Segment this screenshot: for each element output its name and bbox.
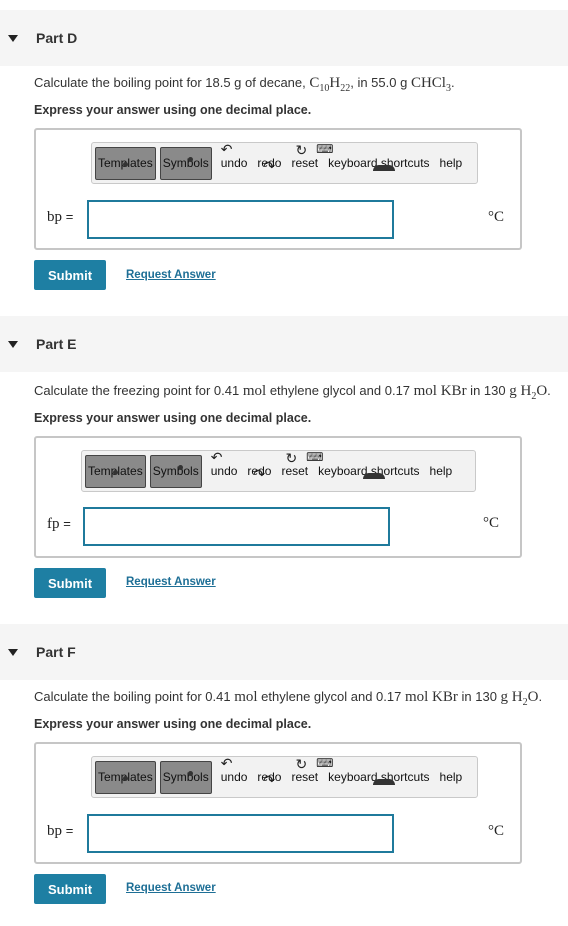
- fp-label: fp =: [47, 516, 71, 532]
- redo-button[interactable]: ↷ redo: [257, 770, 281, 788]
- part-d-request-answer-link[interactable]: Request Answer: [126, 269, 216, 281]
- loading-spinner-icon: [363, 473, 386, 479]
- part-f-header[interactable]: Part F: [0, 624, 568, 680]
- reset-button[interactable]: ↻ reset: [291, 756, 318, 784]
- part-d-title: Part D: [36, 30, 78, 46]
- keyboard-shortcuts-button[interactable]: ⌨ keyboard shortcuts: [316, 142, 430, 171]
- part-f-submit-button[interactable]: Submit: [34, 874, 106, 904]
- math-toolbar: Templates Symbols ↶ undo ↷ redo ↻ reset …: [91, 141, 478, 184]
- question-text: in 130: [457, 689, 501, 704]
- bp-answer-input[interactable]: [87, 814, 394, 853]
- water-formula: g H2O: [500, 689, 539, 708]
- solvent-formula: CHCl3: [410, 75, 451, 94]
- part-e-title: Part E: [36, 336, 77, 352]
- redo-icon: ↷: [253, 466, 266, 482]
- kbr-formula: mol KBr: [404, 689, 458, 705]
- part-e-answer-box: Templates Symbols ↶ undo ↷ redo ↻ reset …: [34, 436, 522, 558]
- undo-icon: ↶: [210, 449, 223, 465]
- keyboard-icon: ⌨: [316, 756, 334, 770]
- question-text: .: [450, 75, 455, 90]
- kbr-formula: mol KBr: [413, 383, 467, 399]
- bp-label: bp =: [47, 209, 74, 225]
- keyboard-icon: ⌨: [306, 450, 324, 464]
- part-f-title: Part F: [36, 644, 76, 660]
- help-button[interactable]: help: [430, 464, 453, 478]
- part-e-question: Calculate the freezing point for 0.41 mo…: [34, 383, 551, 402]
- question-text: Calculate the boiling point for 0.41: [34, 689, 235, 704]
- math-toolbar: Templates Symbols ↶ undo ↷ redo ↻ reset …: [81, 449, 476, 492]
- part-d-submit-button[interactable]: Submit: [34, 260, 106, 290]
- symbols-button[interactable]: Symbols: [159, 146, 212, 180]
- templates-dot-icon: [123, 775, 128, 781]
- undo-button[interactable]: ↶ undo: [221, 141, 248, 170]
- part-f-question: Calculate the boiling point for 0.41 mol…: [34, 689, 542, 708]
- redo-icon: ↷: [263, 772, 276, 788]
- question-text: , in 55.0 g: [350, 75, 411, 90]
- templates-button[interactable]: Templates: [95, 146, 156, 180]
- question-text: ethylene glycol and 0.17: [266, 383, 414, 398]
- part-e-submit-button[interactable]: Submit: [34, 568, 106, 598]
- part-d-answer-box: Templates Symbols ↶ undo ↷ redo ↻ reset …: [34, 128, 522, 250]
- celsius-unit: °C: [483, 515, 500, 531]
- collapse-caret-icon[interactable]: [6, 10, 20, 66]
- help-button[interactable]: help: [440, 156, 463, 170]
- question-text: in 130: [466, 383, 510, 398]
- templates-dot-icon: [113, 469, 118, 475]
- question-text: .: [547, 383, 551, 398]
- templates-dot-icon: [123, 161, 128, 167]
- math-toolbar: Templates Symbols ↶ undo ↷ redo ↻ reset …: [91, 755, 478, 798]
- undo-button[interactable]: ↶ undo: [211, 449, 238, 478]
- question-text: Calculate the boiling point for 18.5 g o…: [34, 75, 310, 90]
- reset-button[interactable]: ↻ reset: [281, 450, 308, 478]
- part-e-request-answer-link[interactable]: Request Answer: [126, 576, 216, 588]
- undo-button[interactable]: ↶ undo: [221, 755, 248, 784]
- bp-label: bp =: [47, 823, 74, 839]
- keyboard-shortcuts-button[interactable]: ⌨ keyboard shortcuts: [306, 450, 420, 479]
- decane-formula: C10H22: [309, 75, 351, 94]
- part-d-question: Calculate the boiling point for 18.5 g o…: [34, 75, 455, 94]
- loading-spinner-icon: [373, 165, 396, 171]
- keyboard-icon: ⌨: [316, 142, 334, 156]
- water-formula: g H2O: [509, 383, 548, 402]
- templates-button[interactable]: Templates: [95, 760, 156, 794]
- reset-icon: ↻: [295, 756, 308, 772]
- reset-icon: ↻: [285, 450, 298, 466]
- part-f-answer-box: Templates Symbols ↶ undo ↷ redo ↻ reset …: [34, 742, 522, 864]
- part-f-instruction: Express your answer using one decimal pl…: [34, 717, 312, 731]
- collapse-caret-icon[interactable]: [6, 316, 20, 372]
- part-e-header[interactable]: Part E: [0, 316, 568, 372]
- redo-button[interactable]: ↷ redo: [257, 156, 281, 174]
- keyboard-shortcuts-button[interactable]: ⌨ keyboard shortcuts: [316, 756, 430, 785]
- celsius-unit: °C: [488, 823, 505, 839]
- question-text: ethylene glycol and 0.17: [257, 689, 405, 704]
- mol-unit: mol: [242, 383, 267, 399]
- part-e-instruction: Express your answer using one decimal pl…: [34, 411, 312, 425]
- question-text: .: [538, 689, 543, 704]
- undo-icon: ↶: [220, 141, 233, 157]
- redo-button[interactable]: ↷ redo: [247, 464, 271, 482]
- symbols-dot-icon: [187, 156, 193, 162]
- reset-button[interactable]: ↻ reset: [291, 142, 318, 170]
- symbols-button[interactable]: Symbols: [159, 760, 212, 794]
- part-d-header[interactable]: Part D: [0, 10, 568, 66]
- part-d-instruction: Express your answer using one decimal pl…: [34, 103, 312, 117]
- fp-answer-input[interactable]: [83, 507, 390, 546]
- help-button[interactable]: help: [440, 770, 463, 784]
- mol-unit: mol: [234, 689, 258, 705]
- collapse-caret-icon[interactable]: [6, 624, 20, 680]
- symbols-dot-icon: [177, 464, 183, 470]
- celsius-unit: °C: [488, 209, 505, 225]
- part-f-request-answer-link[interactable]: Request Answer: [126, 882, 216, 894]
- symbols-button[interactable]: Symbols: [149, 454, 202, 488]
- question-text: Calculate the freezing point for 0.41: [34, 383, 243, 398]
- redo-icon: ↷: [263, 158, 276, 174]
- templates-button[interactable]: Templates: [85, 454, 146, 488]
- loading-spinner-icon: [373, 779, 396, 785]
- undo-icon: ↶: [220, 755, 233, 771]
- reset-icon: ↻: [295, 142, 308, 158]
- symbols-dot-icon: [187, 770, 193, 776]
- bp-answer-input[interactable]: [87, 200, 394, 239]
